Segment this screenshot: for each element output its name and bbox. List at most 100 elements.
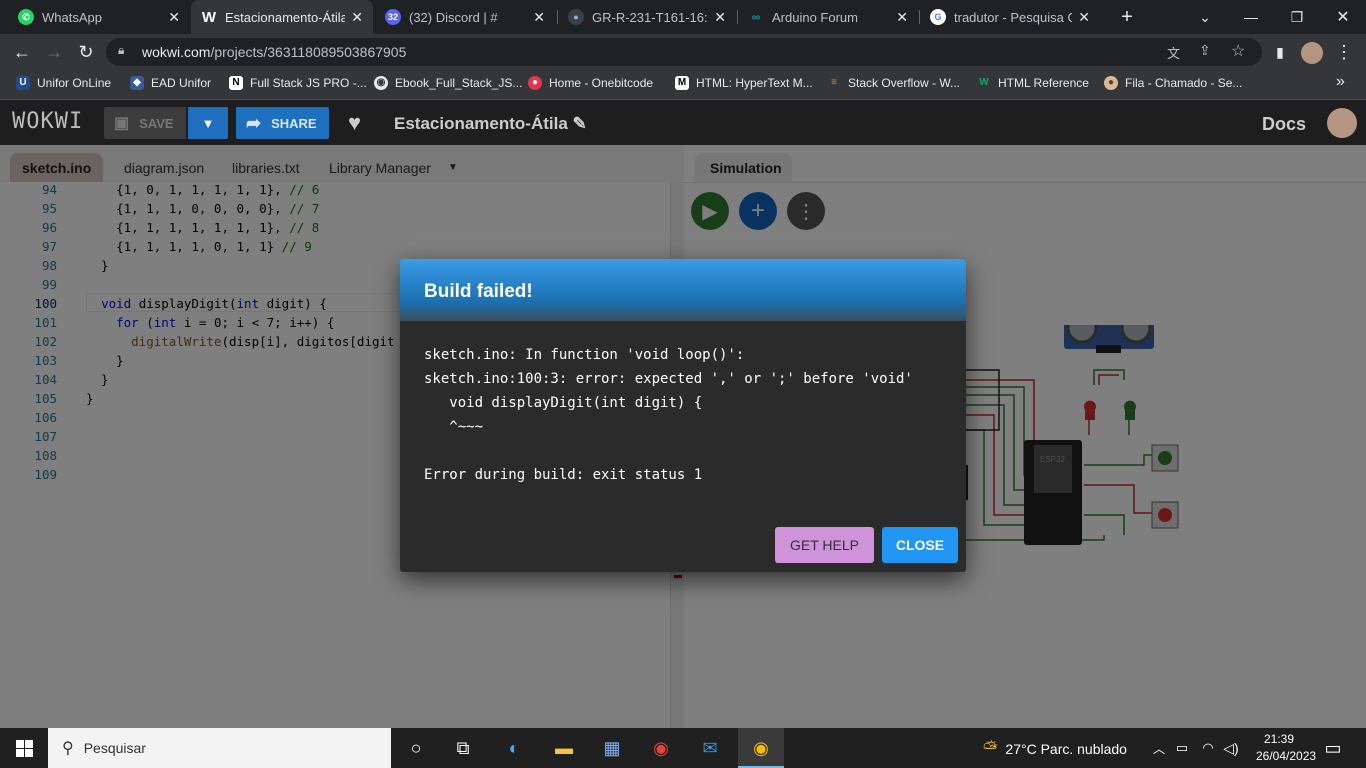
bookmark-item[interactable]: W HTML Reference (977, 76, 1089, 90)
close-tab-icon[interactable]: ✕ (351, 9, 363, 26)
chrome-icon[interactable]: ◉ (649, 736, 673, 760)
tab-title: tradutor - Pesquisa Go (954, 9, 1073, 25)
pencil-icon[interactable]: ✎ (573, 114, 587, 133)
chrome-icon: ◉ (753, 737, 769, 758)
shield-icon: ● (568, 9, 584, 25)
battery-icon[interactable]: ▭ (1170, 736, 1194, 760)
tab-title: (32) Discord | # (409, 9, 498, 25)
mdn-icon: M (675, 76, 689, 90)
browser-tab-whatsapp[interactable]: ✆ WhatsApp ✕ (8, 0, 190, 34)
close-tab-icon[interactable]: ✕ (533, 9, 545, 26)
share-icon[interactable]: ⇪ (1199, 42, 1211, 59)
save-dropdown-button[interactable]: ▼ (188, 107, 228, 139)
bookmark-item[interactable]: ◉ Ebook_Full_Stack_JS... (374, 76, 522, 90)
onebitcode-icon: ● (528, 76, 542, 90)
browser-tab-discord[interactable]: 32 (32) Discord | # ✕ (375, 0, 555, 34)
build-error-output: sketch.ino: In function 'void loop()': s… (424, 347, 913, 483)
clock[interactable]: 21:39 26/04/2023 (1256, 731, 1316, 765)
arduino-icon: ∞ (751, 10, 761, 24)
chevron-up-icon[interactable]: ︿ (1147, 736, 1171, 760)
wokwi-icon: W (201, 8, 217, 26)
bookmark-item[interactable]: ◆ EAD Unifor (130, 76, 211, 90)
project-name[interactable]: Estacionamento-Átila ✎ (394, 114, 587, 134)
wokwi-logo[interactable]: WOKWI (12, 109, 83, 134)
build-failed-dialog: Build failed! sketch.ino: In function 'v… (400, 259, 966, 572)
more-bookmarks-button[interactable]: » (1336, 73, 1345, 91)
partly-cloudy-icon: ⛅︎ (983, 738, 998, 758)
get-help-button[interactable]: GET HELP (775, 527, 874, 563)
minimize-button[interactable]: — (1228, 0, 1274, 34)
tab-title: WhatsApp (42, 9, 102, 25)
taskbar: ⚲ Pesquisar ○ ⧉ ◐ ▬ ▦ ◉ ✉ ◉ ⛅︎ 27°C Parc… (0, 728, 1366, 768)
profile-avatar[interactable] (1301, 42, 1323, 64)
stackoverflow-icon: ≡ (831, 77, 837, 88)
url-text[interactable]: wokwi.com/projects/363118089503867905 (142, 44, 406, 60)
windows-logo-icon (15, 739, 33, 757)
w3schools-icon: W (979, 77, 989, 88)
new-tab-button[interactable]: + (1104, 0, 1150, 34)
bookmark-item[interactable]: U Unifor OnLine (16, 76, 111, 90)
share-arrow-icon: ➦ (246, 112, 262, 133)
wifi-icon[interactable]: ◠ (1196, 736, 1220, 760)
translate-icon[interactable]: 文 (1167, 43, 1180, 62)
forward-arrow-icon[interactable]: → (42, 40, 66, 64)
file-explorer-icon[interactable]: ▬ (552, 736, 576, 760)
whatsapp-icon: ✆ (18, 9, 34, 25)
dialog-header: Build failed! (400, 259, 966, 321)
browser-toolbar: ← → ↻ 🔒︎ wokwi.com/projects/363118089503… (0, 34, 1366, 70)
save-button[interactable]: ▣ SAVE (104, 107, 186, 139)
tab-title: GR-R-231-T161-16: P (592, 9, 709, 25)
bookmark-item[interactable]: M HTML: HyperText M... (675, 76, 813, 90)
tab-title: Arduino Forum (772, 9, 858, 25)
wokwi-header: WOKWI ▣ SAVE ▼ ➦ SHARE ♥ Estacionamento-… (0, 101, 1366, 145)
side-panel-icon[interactable]: ▮ (1268, 40, 1292, 64)
close-tab-icon[interactable]: ✕ (896, 9, 908, 26)
floppy-disk-icon: ▣ (114, 115, 130, 132)
mail-icon[interactable]: ✉ (698, 736, 722, 760)
close-button[interactable]: CLOSE (882, 527, 958, 563)
weather-widget[interactable]: ⛅︎ 27°C Parc. nublado (983, 738, 1127, 759)
close-tab-icon[interactable]: ✕ (714, 9, 726, 26)
tab-search-chevron-icon[interactable]: ⌄ (1182, 0, 1228, 34)
notion-icon: N (229, 76, 243, 90)
reload-icon[interactable]: ↻ (74, 40, 98, 64)
notifications-icon[interactable]: ▭ (1321, 736, 1345, 760)
docs-link[interactable]: Docs (1262, 114, 1306, 135)
bookmark-star-icon[interactable]: ☆ (1231, 41, 1245, 61)
bookmark-item[interactable]: ≡ Stack Overflow - W... (827, 76, 960, 90)
bookmarks-bar: U Unifor OnLine ◆ EAD Unifor N Full Stack J… (0, 70, 1366, 100)
close-window-button[interactable]: ✕ (1320, 0, 1366, 34)
restore-button[interactable]: ❐ (1274, 0, 1320, 34)
browser-tab-arduino[interactable]: ∞ Arduino Forum ✕ (738, 0, 918, 34)
browser-tab-strip: ✆ WhatsApp ✕ W Estacionamento-Átila ✕ 32… (0, 0, 1366, 34)
close-tab-icon[interactable]: ✕ (168, 9, 180, 26)
lock-icon[interactable]: 🔒︎ (118, 43, 124, 58)
back-arrow-icon[interactable]: ← (10, 40, 34, 64)
share-button[interactable]: ➦ SHARE (236, 107, 329, 139)
unifor-icon: ◆ (130, 76, 144, 90)
chrome-active-app[interactable]: ◉ (738, 728, 784, 768)
browser-tab-wokwi[interactable]: W Estacionamento-Átila ✕ (191, 0, 373, 34)
address-bar[interactable]: 🔒︎ wokwi.com/projects/363118089503867905… (106, 38, 1262, 66)
close-tab-icon[interactable]: ✕ (1078, 9, 1090, 26)
bookmark-item[interactable]: ● Fila - Chamado - Se... (1104, 76, 1242, 90)
store-icon[interactable]: ▦ (600, 736, 624, 760)
person-icon: ● (1104, 76, 1118, 90)
chevron-down-icon: ▼ (201, 115, 215, 131)
cortana-icon[interactable]: ○ (404, 736, 428, 760)
bookmark-item[interactable]: ● Home - Onebitcode (528, 76, 653, 90)
avatar[interactable] (1327, 108, 1357, 138)
google-icon: G (930, 9, 946, 25)
volume-icon[interactable]: ◁) (1219, 736, 1243, 760)
unifor-icon: U (16, 76, 30, 90)
browser-tab-gr[interactable]: ● GR-R-231-T161-16: P ✕ (558, 0, 736, 34)
heart-icon[interactable]: ♥ (348, 110, 361, 136)
taskbar-search[interactable]: ⚲ Pesquisar (48, 728, 391, 768)
bookmark-item[interactable]: N Full Stack JS PRO -... (229, 76, 367, 90)
windows-start-button[interactable] (0, 728, 48, 768)
edge-icon[interactable]: ◐ (502, 736, 526, 760)
kebab-menu-icon[interactable]: ⋮ (1332, 40, 1356, 64)
browser-tab-google[interactable]: G tradutor - Pesquisa Go ✕ (920, 0, 1100, 34)
dialog-title: Build failed! (424, 281, 533, 302)
task-view-icon[interactable]: ⧉ (451, 736, 475, 760)
